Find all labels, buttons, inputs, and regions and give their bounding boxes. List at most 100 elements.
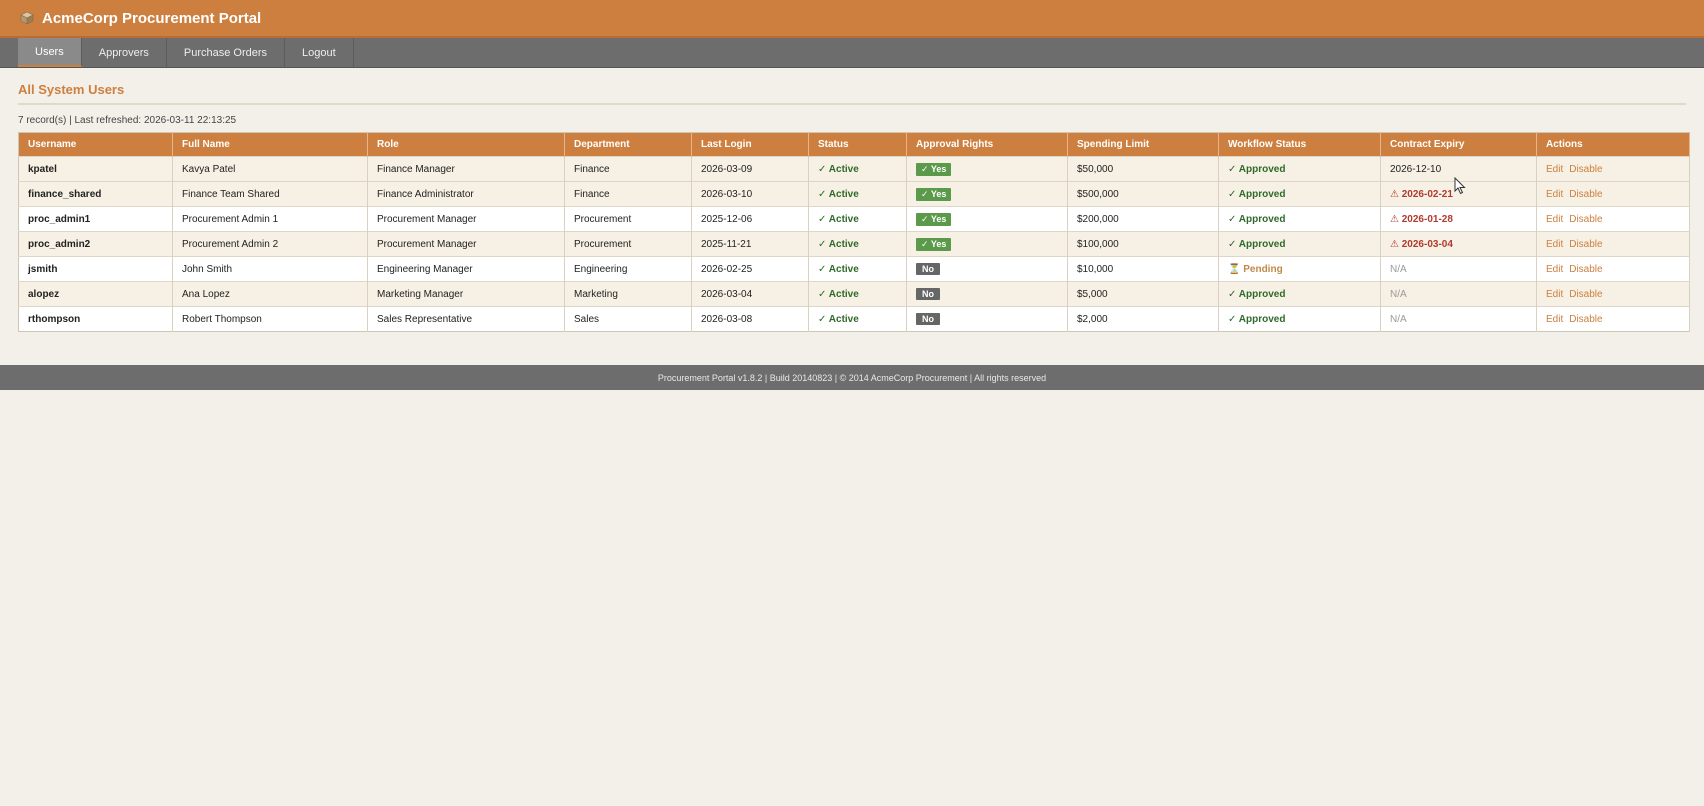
cell-workflow: ✓ Approved (1218, 181, 1381, 207)
cell-full-name: Kavya Patel (172, 156, 368, 182)
records-meta: 7 record(s) | Last refreshed: 2026-03-11… (18, 115, 237, 126)
cell-full-name: John Smith (172, 256, 368, 282)
edit-link[interactable]: Edit (1546, 164, 1563, 175)
col-last-login[interactable]: Last Login (691, 132, 809, 157)
table-row: finance_shared Finance Team Shared Finan… (18, 181, 1690, 207)
edit-link[interactable]: Edit (1546, 314, 1563, 325)
tab-purchase-orders[interactable]: Purchase Orders (167, 38, 286, 67)
app-header: AcmeCorp Procurement Portal (0, 0, 1704, 38)
main-nav: Users Approvers Purchase Orders Logout (0, 38, 1704, 68)
cell-spending-limit: $2,000 (1067, 306, 1219, 332)
cell-workflow: ⏳ Pending (1218, 256, 1381, 282)
cell-last-login: 2026-03-08 (691, 306, 809, 332)
cell-workflow: ✓ Approved (1218, 281, 1381, 307)
col-actions: Actions (1536, 132, 1690, 157)
cell-last-login: 2025-11-21 (691, 231, 809, 257)
table-row: proc_admin1 Procurement Admin 1 Procurem… (18, 206, 1690, 232)
cell-username: rthompson (18, 306, 173, 332)
col-department[interactable]: Department (564, 132, 692, 157)
cell-department: Engineering (564, 256, 692, 282)
cell-username: proc_admin2 (18, 231, 173, 257)
cell-spending-limit: $100,000 (1067, 231, 1219, 257)
edit-link[interactable]: Edit (1546, 289, 1563, 300)
cell-full-name: Finance Team Shared (172, 181, 368, 207)
approval-badge: No (916, 313, 940, 325)
cell-workflow: ✓ Approved (1218, 306, 1381, 332)
table-row: proc_admin2 Procurement Admin 2 Procurem… (18, 231, 1690, 257)
disable-link[interactable]: Disable (1569, 164, 1602, 175)
approval-badge: ✓ Yes (916, 187, 952, 201)
tab-users[interactable]: Users (18, 38, 82, 67)
cell-status: ✓ Active (808, 231, 907, 257)
cell-approval: ✓ Yes (906, 206, 1068, 232)
cell-status: ✓ Active (808, 306, 907, 332)
disable-link[interactable]: Disable (1569, 239, 1602, 250)
cell-role: Engineering Manager (367, 256, 565, 282)
col-spending-limit[interactable]: Spending Limit (1067, 132, 1219, 157)
cell-full-name: Robert Thompson (172, 306, 368, 332)
cell-approval: ✓ Yes (906, 181, 1068, 207)
approval-badge: ✓ Yes (916, 162, 952, 176)
cell-role: Procurement Manager (367, 206, 565, 232)
cell-username: alopez (18, 281, 173, 307)
col-status[interactable]: Status (808, 132, 907, 157)
tab-logout[interactable]: Logout (285, 38, 354, 67)
table-row: jsmith John Smith Engineering Manager En… (18, 256, 1690, 282)
cell-status: ✓ Active (808, 256, 907, 282)
cell-role: Procurement Manager (367, 231, 565, 257)
cell-actions: Edit Disable (1536, 206, 1690, 232)
cell-spending-limit: $5,000 (1067, 281, 1219, 307)
page-title: All System Users (18, 78, 1686, 105)
col-username[interactable]: Username (18, 132, 173, 157)
edit-link[interactable]: Edit (1546, 239, 1563, 250)
cell-full-name: Procurement Admin 1 (172, 206, 368, 232)
cell-role: Finance Manager (367, 156, 565, 182)
col-role[interactable]: Role (367, 132, 565, 157)
cell-full-name: Procurement Admin 2 (172, 231, 368, 257)
cell-expiry: ⚠ 2026-03-04 (1380, 231, 1537, 257)
edit-link[interactable]: Edit (1546, 214, 1563, 225)
mouse-cursor-icon (1454, 176, 1466, 198)
edit-link[interactable]: Edit (1546, 189, 1563, 200)
cell-department: Procurement (564, 206, 692, 232)
col-full-name[interactable]: Full Name (172, 132, 368, 157)
approval-badge: ✓ Yes (916, 237, 952, 251)
disable-link[interactable]: Disable (1569, 264, 1602, 275)
cell-approval: No (906, 256, 1068, 282)
cell-actions: Edit Disable (1536, 156, 1690, 182)
cell-role: Finance Administrator (367, 181, 565, 207)
page-footer: Procurement Portal v1.8.2 | Build 201408… (0, 365, 1704, 390)
cell-expiry: N/A (1380, 281, 1537, 307)
cell-approval: ✓ Yes (906, 231, 1068, 257)
col-workflow-status[interactable]: Workflow Status (1218, 132, 1381, 157)
cell-username: proc_admin1 (18, 206, 173, 232)
edit-link[interactable]: Edit (1546, 264, 1563, 275)
disable-link[interactable]: Disable (1569, 289, 1602, 300)
app-title: AcmeCorp Procurement Portal (42, 9, 262, 27)
approval-badge: No (916, 263, 940, 275)
cell-workflow: ✓ Approved (1218, 206, 1381, 232)
cell-last-login: 2025-12-06 (691, 206, 809, 232)
col-approval-rights[interactable]: Approval Rights (906, 132, 1068, 157)
cell-workflow: ✓ Approved (1218, 156, 1381, 182)
cell-department: Procurement (564, 231, 692, 257)
footer-text: Procurement Portal v1.8.2 | Build 201408… (657, 372, 1047, 383)
cell-actions: Edit Disable (1536, 231, 1690, 257)
cell-status: ✓ Active (808, 181, 907, 207)
cell-status: ✓ Active (808, 156, 907, 182)
disable-link[interactable]: Disable (1569, 314, 1602, 325)
disable-link[interactable]: Disable (1569, 189, 1602, 200)
tab-approvers[interactable]: Approvers (82, 38, 167, 67)
disable-link[interactable]: Disable (1569, 214, 1602, 225)
cell-department: Marketing (564, 281, 692, 307)
cell-approval: ✓ Yes (906, 156, 1068, 182)
cell-workflow: ✓ Approved (1218, 231, 1381, 257)
table-header-row: Username Full Name Role Department Last … (18, 132, 1690, 157)
cell-username: jsmith (18, 256, 173, 282)
cell-approval: No (906, 306, 1068, 332)
cell-department: Finance (564, 156, 692, 182)
cell-username: finance_shared (18, 181, 173, 207)
col-contract-expiry[interactable]: Contract Expiry (1380, 132, 1537, 157)
cell-spending-limit: $500,000 (1067, 181, 1219, 207)
cell-spending-limit: $200,000 (1067, 206, 1219, 232)
